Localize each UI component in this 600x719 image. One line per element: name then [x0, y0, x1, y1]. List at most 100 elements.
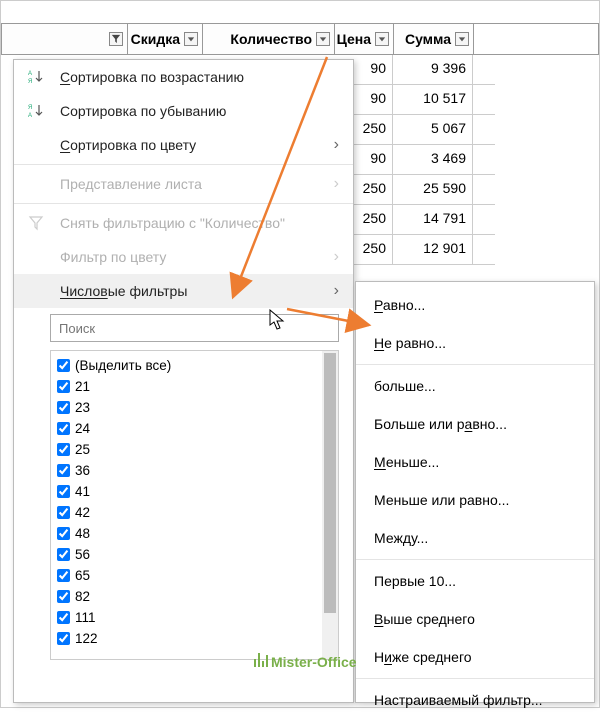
checkbox-label: 41 [75, 484, 90, 499]
cell-sum: 5 067 [393, 115, 473, 144]
checkbox-item[interactable]: 24 [57, 418, 322, 439]
filter-not-equals[interactable]: Не равно... [356, 324, 594, 362]
filter-greater[interactable]: больше... [356, 367, 594, 405]
checkbox-label: 21 [75, 379, 90, 394]
values-panel: (Выделить все) 21 23 24 25 36 41 42 48 56 65 82 111 1… [50, 350, 339, 660]
checkbox-item[interactable]: 65 [57, 565, 322, 586]
checkbox-item[interactable]: 41 [57, 481, 322, 502]
checkbox[interactable] [57, 611, 70, 624]
checkbox-label: 65 [75, 568, 90, 583]
sheet-view: Представление листа › [14, 167, 353, 201]
checkbox-item[interactable]: (Выделить все) [57, 355, 322, 376]
checkbox-item[interactable]: 122 [57, 628, 322, 649]
chevron-right-icon: › [334, 136, 339, 154]
checkbox[interactable] [57, 359, 70, 372]
checkbox-label: 36 [75, 463, 90, 478]
checkbox-label: 23 [75, 400, 90, 415]
checkbox-label: 122 [75, 631, 98, 646]
cell-sum: 10 517 [393, 85, 473, 114]
table-row[interactable]: 909 396 [341, 55, 495, 85]
filter-below-avg[interactable]: Ниже среднего [356, 638, 594, 676]
checkbox[interactable] [57, 443, 70, 456]
checkbox-label: 42 [75, 505, 90, 520]
checkbox-item[interactable]: 48 [57, 523, 322, 544]
checkbox[interactable] [57, 485, 70, 498]
checkbox[interactable] [57, 590, 70, 603]
filter-custom[interactable]: Настраиваемый фильтр... [356, 681, 594, 719]
filter-less-equal[interactable]: Меньше или равно... [356, 481, 594, 519]
svg-text:А: А [28, 71, 32, 77]
scrollbar-thumb[interactable] [324, 353, 336, 613]
col-quantity-label: Количество [230, 31, 312, 47]
checkbox-item[interactable]: 56 [57, 544, 322, 565]
checkbox-item[interactable]: 23 [57, 397, 322, 418]
checkbox[interactable] [57, 464, 70, 477]
checkbox-item[interactable]: 111 [57, 607, 322, 628]
sort-desc-icon: ЯА [26, 101, 46, 121]
search-input[interactable] [50, 314, 339, 342]
checkbox[interactable] [57, 569, 70, 582]
checkbox-label: 48 [75, 526, 90, 541]
watermark: Mister-Office [253, 653, 357, 670]
checkbox-item[interactable]: 25 [57, 439, 322, 460]
watermark-icon [253, 653, 269, 670]
funnel-clear-icon [26, 213, 46, 233]
checkbox[interactable] [57, 401, 70, 414]
cell-sum: 3 469 [393, 145, 473, 174]
filter-less[interactable]: Меньше... [356, 443, 594, 481]
separator [14, 164, 353, 165]
table-body: 909 3969010 5172505 067903 46925025 5902… [341, 55, 495, 265]
svg-text:Я: Я [28, 105, 32, 111]
dropdown-icon[interactable] [184, 32, 198, 46]
filter-greater-equal[interactable]: Больше или равно... [356, 405, 594, 443]
filter-top10[interactable]: Первые 10... [356, 562, 594, 600]
number-filters[interactable]: Числовые фильтры › [14, 274, 353, 308]
checkbox-label: (Выделить все) [75, 358, 171, 373]
checkbox[interactable] [57, 548, 70, 561]
chevron-right-icon: › [334, 282, 339, 300]
filter-dropdown: АЯ Сортировка по возрастанию ЯА Сортиров… [13, 59, 354, 703]
table-row[interactable]: 9010 517 [341, 85, 495, 115]
checkbox-item[interactable]: 82 [57, 586, 322, 607]
table-header: Скидка Количество Цена Сумма [1, 23, 599, 55]
cell-sum: 25 590 [393, 175, 473, 204]
col-quantity: Количество [203, 24, 335, 54]
filter-dropdown-icon[interactable] [109, 32, 123, 46]
scrollbar[interactable] [322, 351, 338, 659]
col-blank [2, 24, 128, 54]
checkbox[interactable] [57, 506, 70, 519]
col-sum-label: Сумма [405, 31, 451, 47]
filter-between[interactable]: Между... [356, 519, 594, 557]
sort-desc[interactable]: ЯА Сортировка по убыванию [14, 94, 353, 128]
checkbox[interactable] [57, 422, 70, 435]
checkbox[interactable] [57, 527, 70, 540]
checkbox-item[interactable]: 21 [57, 376, 322, 397]
table-row[interactable]: 25014 791 [341, 205, 495, 235]
search-wrap [14, 308, 353, 348]
svg-text:Я: Я [28, 79, 32, 85]
dropdown-icon[interactable] [455, 32, 469, 46]
table-row[interactable]: 25025 590 [341, 175, 495, 205]
checkbox-label: 111 [75, 610, 96, 625]
values-list: (Выделить все) 21 23 24 25 36 41 42 48 56 65 82 111 1… [51, 351, 322, 659]
checkbox-label: 25 [75, 442, 90, 457]
filter-above-avg[interactable]: Выше среднего [356, 600, 594, 638]
sort-by-color[interactable]: Сортировка по цвету › [14, 128, 353, 162]
filter-by-color: Фильтр по цвету › [14, 240, 353, 274]
table-row[interactable]: 2505 067 [341, 115, 495, 145]
table-row[interactable]: 25012 901 [341, 235, 495, 265]
dropdown-icon[interactable] [375, 32, 389, 46]
separator [356, 364, 594, 365]
checkbox-label: 24 [75, 421, 90, 436]
filter-equals[interactable]: Равно... [356, 286, 594, 324]
checkbox-item[interactable]: 36 [57, 460, 322, 481]
cell-sum: 9 396 [393, 55, 473, 84]
checkbox[interactable] [57, 380, 70, 393]
checkbox[interactable] [57, 632, 70, 645]
dropdown-icon[interactable] [316, 32, 330, 46]
cell-sum: 14 791 [393, 205, 473, 234]
table-row[interactable]: 903 469 [341, 145, 495, 175]
clear-filter: Снять фильтрацию с "Количество" [14, 206, 353, 240]
sort-asc[interactable]: АЯ Сортировка по возрастанию [14, 60, 353, 94]
checkbox-item[interactable]: 42 [57, 502, 322, 523]
